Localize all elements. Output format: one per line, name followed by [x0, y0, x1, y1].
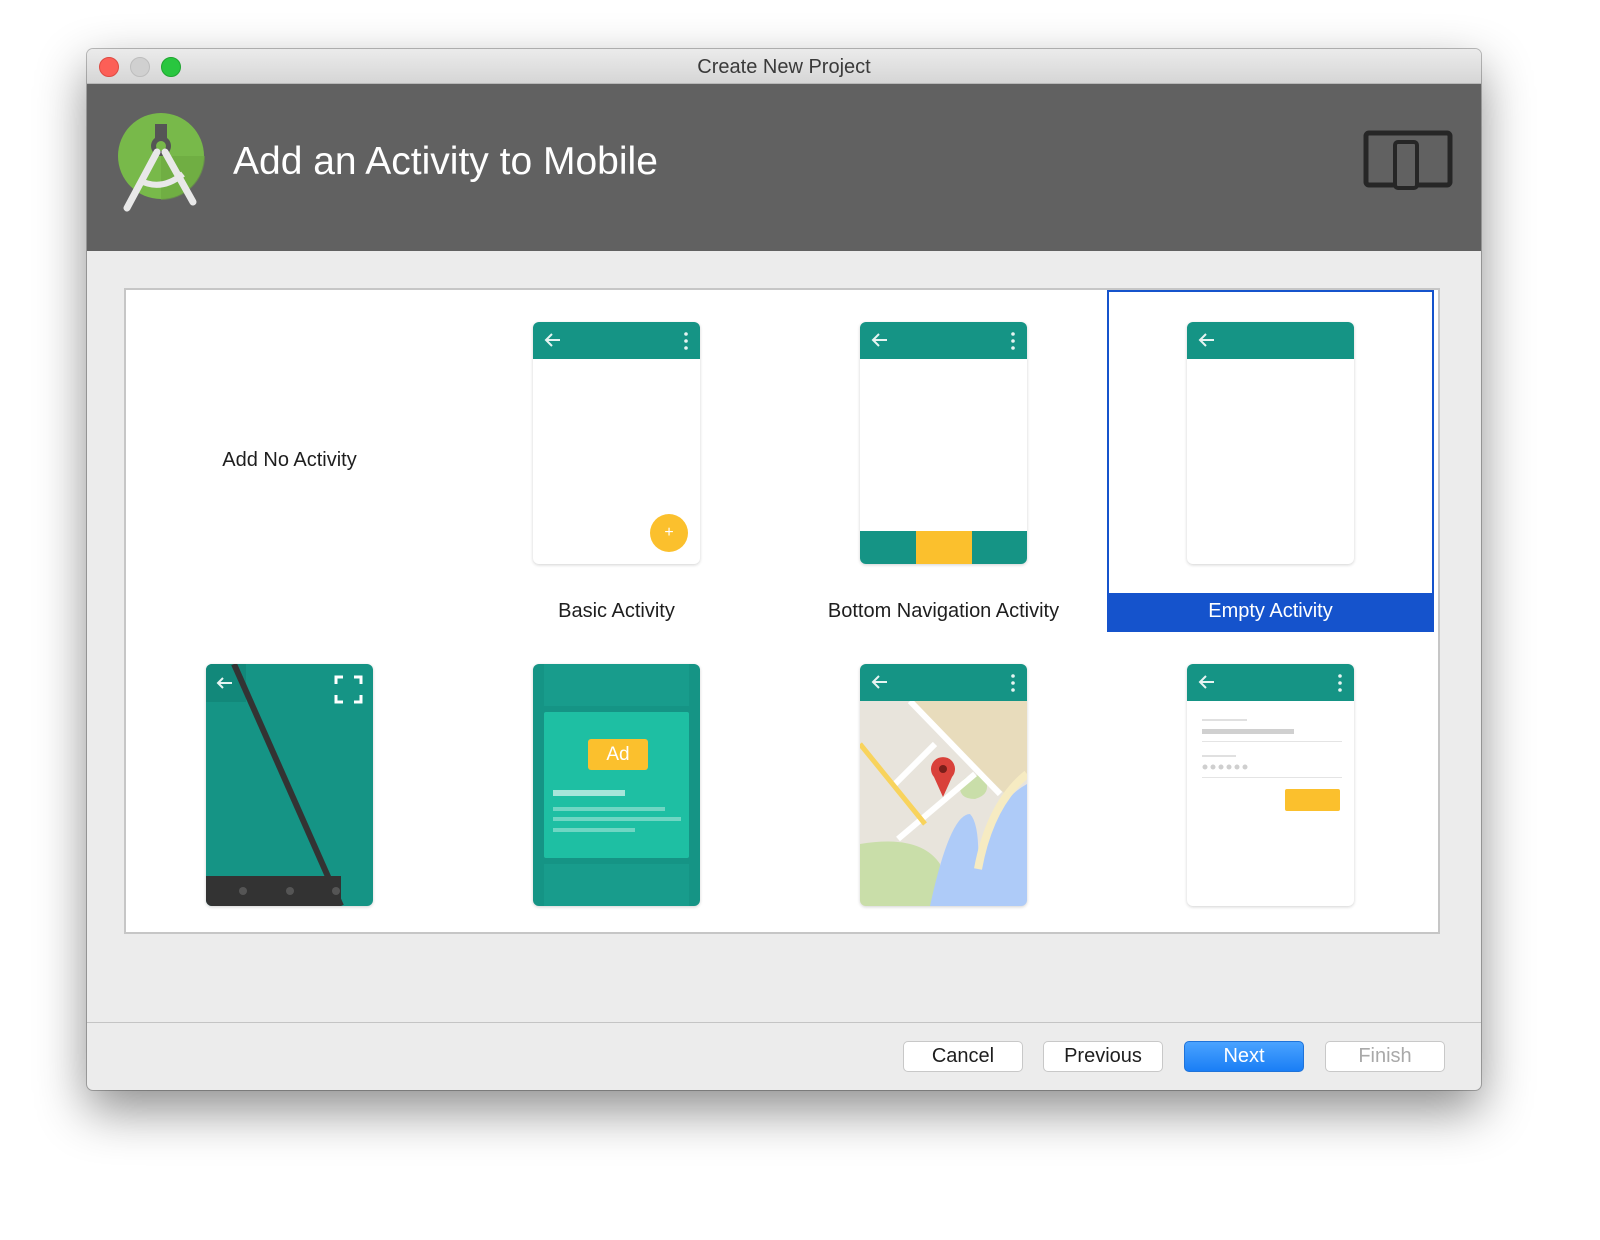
back-arrow-icon [871, 333, 887, 347]
overflow-menu-icon [1011, 332, 1015, 350]
map-pin-icon [931, 757, 955, 797]
overflow-menu-icon [684, 332, 688, 350]
next-button[interactable]: Next [1184, 1041, 1304, 1072]
ad-illustration [544, 664, 689, 906]
tile-google-maps-activity[interactable] [780, 632, 1107, 932]
footer-divider [87, 1022, 1481, 1023]
cancel-button[interactable]: Cancel [903, 1041, 1023, 1072]
activity-gallery: Add No Activity + Basic Activity Bottom … [124, 288, 1440, 934]
back-arrow-icon [1198, 333, 1214, 347]
title-bar: Create New Project [87, 49, 1481, 84]
basic-activity-icon: + [533, 322, 700, 564]
empty-activity-icon [1187, 322, 1354, 564]
google-maps-activity-icon [860, 664, 1027, 906]
tile-label: Basic Activity [558, 600, 675, 622]
fullscreen-illustration [206, 664, 363, 906]
login-form-illustration [1202, 719, 1342, 811]
tile-empty-activity[interactable]: Empty Activity [1107, 290, 1434, 632]
tile-label: Add No Activity [222, 449, 357, 471]
app-bar [860, 664, 1027, 701]
overflow-menu-icon [1338, 674, 1342, 692]
fab-plus-icon: + [650, 514, 688, 552]
tile-fullscreen-activity[interactable] [126, 632, 453, 932]
window-title: Create New Project [697, 56, 871, 78]
tile-basic-activity[interactable]: + Basic Activity [453, 290, 780, 632]
tile-bottom-navigation-activity[interactable]: Bottom Navigation Activity [780, 290, 1107, 632]
admob-ads-activity-icon: Ad [533, 664, 700, 906]
login-activity-icon [1187, 664, 1354, 906]
tile-admob-ads-activity[interactable]: Ad [453, 632, 780, 932]
app-bar [860, 322, 1027, 359]
bottom-nav-active-item [916, 531, 972, 564]
tablet-phone-icon [1363, 130, 1453, 190]
tile-login-activity[interactable] [1107, 632, 1434, 932]
ad-badge: Ad [606, 744, 630, 765]
back-arrow-icon [1198, 675, 1214, 689]
app-bar [1187, 322, 1354, 359]
back-arrow-icon [871, 675, 887, 689]
tile-add-no-activity[interactable]: Add No Activity [126, 290, 453, 632]
bottom-navigation-icon [860, 322, 1027, 564]
finish-button[interactable]: Finish [1325, 1041, 1445, 1072]
page-title: Add an Activity to Mobile [233, 140, 658, 183]
app-bar [1187, 664, 1354, 701]
android-studio-logo-icon [118, 113, 205, 212]
back-arrow-icon [544, 333, 560, 347]
tile-label: Empty Activity [1107, 593, 1434, 630]
bottom-nav-bar [860, 531, 1027, 564]
fullscreen-activity-icon [206, 664, 373, 906]
wizard-header: Add an Activity to Mobile [87, 84, 1481, 251]
create-project-window: Create New Project Add an Activity to Mo… [87, 49, 1481, 1090]
overflow-menu-icon [1011, 674, 1015, 692]
app-bar [533, 322, 700, 359]
previous-button[interactable]: Previous [1043, 1041, 1163, 1072]
tile-label: Bottom Navigation Activity [827, 600, 1060, 622]
